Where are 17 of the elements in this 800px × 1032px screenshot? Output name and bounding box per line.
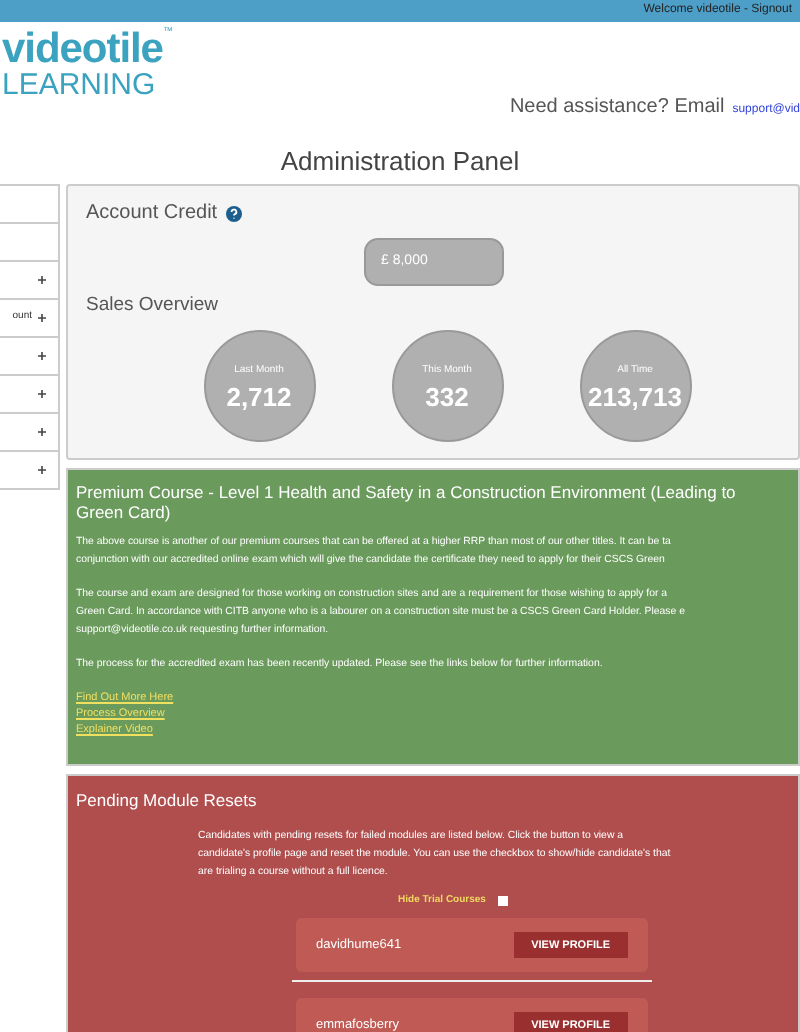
page-title: Administration Panel [280, 146, 520, 176]
plus-icon[interactable] [38, 466, 46, 474]
help-icon[interactable] [225, 205, 242, 221]
hide-trial-checkbox[interactable] [497, 896, 508, 906]
logo-text: videotile [2, 28, 163, 70]
plus-icon[interactable] [38, 276, 46, 284]
sales-overview-heading: Sales Overview [86, 292, 220, 320]
panel-title-line: Green Card) [76, 502, 173, 522]
account-credit-heading: Account Credit [86, 200, 218, 228]
plus-icon[interactable] [38, 352, 46, 360]
plus-icon[interactable] [38, 314, 46, 322]
assistance-text: Need assistance? Email [509, 94, 725, 122]
panel-title: Pending Module Resets [76, 788, 259, 814]
plus-icon[interactable] [38, 390, 46, 398]
panel-title-line: Premium Course - Level 1 Health and Safety in a Construction Environment (Leading to [76, 482, 738, 502]
logo-subtext: LEARNING [2, 70, 158, 100]
plus-icon[interactable] [38, 428, 46, 436]
